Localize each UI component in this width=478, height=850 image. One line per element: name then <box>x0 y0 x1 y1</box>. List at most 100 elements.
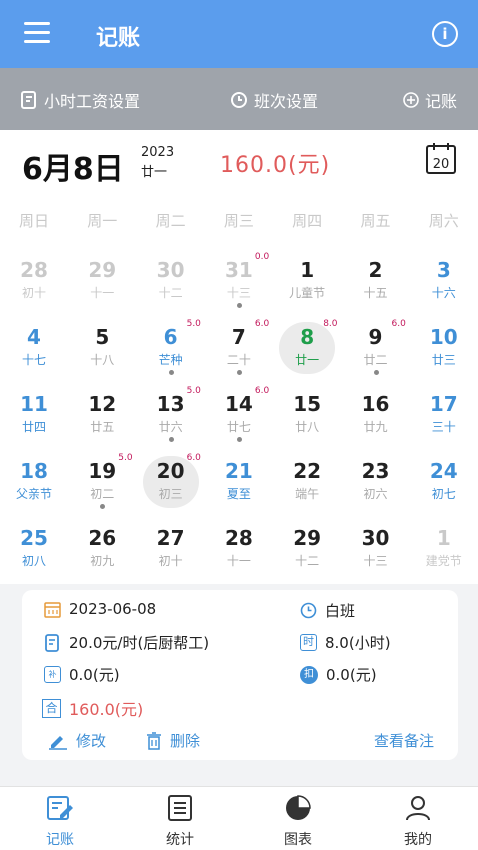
calendar-day[interactable]: 16 廿九 <box>342 384 410 451</box>
calendar-day[interactable]: 11 廿四 <box>0 384 68 451</box>
calendar-day[interactable]: 28 初十 <box>0 250 68 317</box>
calendar-day[interactable]: 8 廿一 8.0 <box>273 317 341 384</box>
calendar-day[interactable]: 2 十五 <box>342 250 410 317</box>
calendar-day[interactable]: 17 三十 <box>410 384 478 451</box>
menu-icon[interactable] <box>24 22 50 44</box>
calendar-day[interactable]: 30 十三 <box>342 518 410 585</box>
calendar-day[interactable]: 6 芒种 5.0 <box>137 317 205 384</box>
day-lunar: 十一 <box>90 286 115 300</box>
day-number: 2 <box>368 258 383 282</box>
weekday-label: 周三 <box>223 212 254 230</box>
record-label: 记账 <box>425 92 458 111</box>
calendar-day[interactable]: 18 父亲节 <box>0 451 68 518</box>
shift-settings-label: 班次设置 <box>254 92 319 111</box>
hourly-wage-settings-button[interactable]: 小时工资设置 <box>20 88 140 112</box>
day-number: 22 <box>293 459 322 483</box>
record-tab-icon <box>47 796 73 820</box>
weekday-label: 周四 <box>292 212 323 230</box>
calendar-day[interactable]: 10 廿三 <box>410 317 478 384</box>
tab-mine[interactable]: 我的 <box>358 795 478 849</box>
record-dot <box>236 303 242 308</box>
calendar-day[interactable]: 27 初十 <box>137 518 205 585</box>
calendar-day[interactable]: 14 廿七 6.0 <box>205 384 273 451</box>
calendar-day[interactable]: 25 初八 <box>0 518 68 585</box>
calendar-icon[interactable]: 20 <box>426 142 456 174</box>
day-number: 23 <box>361 459 390 483</box>
calendar-day[interactable]: 7 二十 6.0 <box>205 317 273 384</box>
pencil-icon <box>49 735 67 750</box>
calendar-day[interactable]: 13 廿六 5.0 <box>137 384 205 451</box>
detail-date: 2023-06-08 <box>69 600 157 618</box>
day-lunar: 十二 <box>295 554 320 568</box>
calendar-day[interactable]: 4 十七 <box>0 317 68 384</box>
calendar-day[interactable]: 30 十二 <box>137 250 205 317</box>
detail-shift: 白班 <box>325 602 356 620</box>
calendar-day[interactable]: 21 夏至 <box>205 451 273 518</box>
day-lunar: 三十 <box>431 420 456 434</box>
detail-subsidy-row: 补 0.0(元) <box>44 664 120 685</box>
selected-lunar-date: 廿一 <box>141 165 168 180</box>
day-lunar: 初九 <box>90 554 115 568</box>
day-amount-badge: 6.0 <box>186 453 201 463</box>
list-icon <box>168 795 192 821</box>
calendar-day[interactable]: 20 初三 6.0 <box>137 451 205 518</box>
calendar-day[interactable]: 19 初二 5.0 <box>68 451 136 518</box>
tab-charts[interactable]: 图表 <box>238 795 358 849</box>
app-bar: 记账 i <box>0 0 478 68</box>
day-amount-badge: 5.0 <box>186 319 201 329</box>
day-lunar: 廿二 <box>363 353 388 367</box>
day-detail-card: 2023-06-08 白班 20.0元/时(后厨帮工) 时 8.0(小时) 补 … <box>22 590 458 760</box>
deduction-icon: 扣 <box>300 665 318 684</box>
calendar-day[interactable]: 29 十二 <box>273 518 341 585</box>
delete-label: 删除 <box>170 732 201 750</box>
record-dot <box>168 370 174 375</box>
day-lunar: 十六 <box>431 286 456 300</box>
info-icon[interactable]: i <box>432 21 458 47</box>
hours-icon: 时 <box>300 634 317 651</box>
svg-text:20: 20 <box>433 157 450 172</box>
tab-record-label: 记账 <box>46 832 74 848</box>
weekday-label: 周五 <box>360 212 391 230</box>
delete-button[interactable]: 删除 <box>146 730 200 751</box>
calendar-day[interactable]: 1 建党节 <box>410 518 478 585</box>
tab-record[interactable]: 记账 <box>0 795 120 849</box>
day-amount-badge: 6.0 <box>254 386 270 396</box>
day-lunar: 十二 <box>158 286 183 300</box>
calendar-day[interactable]: 29 十一 <box>68 250 136 317</box>
day-number: 29 <box>88 258 117 282</box>
day-amount-badge: 6.0 <box>391 319 406 329</box>
calendar-day[interactable]: 31 十三 0.0 <box>205 250 273 317</box>
calendar-day[interactable]: 15 廿八 <box>273 384 341 451</box>
weekday-label: 周六 <box>428 212 459 230</box>
view-notes-button[interactable]: 查看备注 <box>374 730 434 751</box>
edit-button[interactable]: 修改 <box>48 730 106 751</box>
day-lunar: 十五 <box>363 286 388 300</box>
calendar-day[interactable]: 9 廿二 6.0 <box>342 317 410 384</box>
settings-toolbar: 小时工资设置 班次设置 记账 <box>0 68 478 130</box>
calendar-day[interactable]: 23 初六 <box>342 451 410 518</box>
shift-settings-button[interactable]: 班次设置 <box>230 88 318 112</box>
calendar-day[interactable]: 22 端午 <box>273 451 341 518</box>
day-number: 30 <box>361 526 390 550</box>
plus-circle-icon <box>403 92 419 108</box>
day-lunar: 初十 <box>21 286 46 300</box>
tab-stats[interactable]: 统计 <box>120 795 240 849</box>
calendar-day[interactable]: 26 初九 <box>68 518 136 585</box>
edit-label: 修改 <box>76 732 107 750</box>
day-number: 29 <box>293 526 322 550</box>
calendar-day[interactable]: 5 十八 <box>68 317 136 384</box>
calendar-day[interactable]: 1 儿童节 <box>273 250 341 317</box>
calendar-day[interactable]: 28 十一 <box>205 518 273 585</box>
record-button[interactable]: 记账 <box>403 88 457 112</box>
day-amount-badge: 5.0 <box>118 453 133 463</box>
day-lunar: 端午 <box>295 487 320 501</box>
day-number: 21 <box>224 459 253 483</box>
calendar-day[interactable]: 24 初七 <box>410 451 478 518</box>
day-number: 28 <box>224 526 253 550</box>
day-lunar: 廿七 <box>226 420 251 434</box>
calendar-day[interactable]: 12 廿五 <box>68 384 136 451</box>
record-dot <box>236 437 242 442</box>
calendar-day[interactable]: 3 十六 <box>410 250 478 317</box>
day-lunar: 芒种 <box>158 353 183 367</box>
day-number: 12 <box>88 392 117 416</box>
